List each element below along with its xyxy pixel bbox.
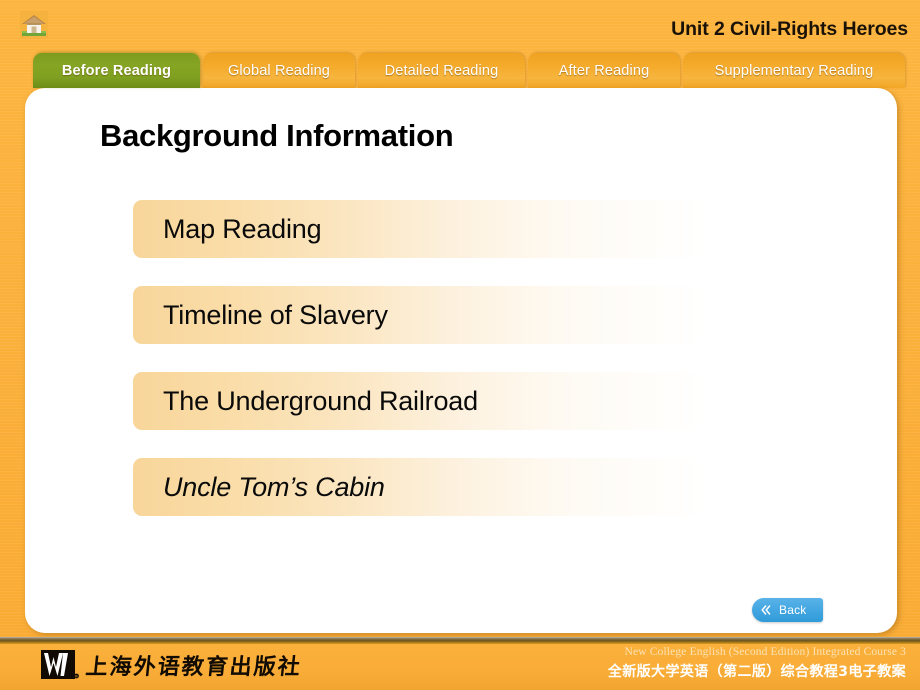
slide-root: Unit 2 Civil-Rights Heroes Before Readin… [0,0,920,690]
list-item-map-reading[interactable]: Map Reading [133,200,703,258]
course-info: New College English (Second Edition) Int… [608,646,906,681]
tab-before-reading[interactable]: Before Reading [33,53,200,88]
tab-detailed-reading[interactable]: Detailed Reading [358,53,525,88]
list-item-label: The Underground Railroad [163,385,478,416]
tab-global-reading[interactable]: Global Reading [203,53,355,88]
back-button[interactable]: Back [752,598,823,622]
topic-list: Map Reading Timeline of Slavery The Unde… [133,200,833,544]
home-icon[interactable] [20,11,48,39]
content-panel: Background Information Map Reading Timel… [25,88,897,633]
list-item-label: Uncle Tom’s Cabin [163,471,385,502]
list-item-timeline-of-slavery[interactable]: Timeline of Slavery [133,286,703,344]
tab-bar: Before Reading Global Reading Detailed R… [0,53,920,90]
list-item-label: Map Reading [163,213,322,244]
list-item-the-underground-railroad[interactable]: The Underground Railroad [133,372,703,430]
back-button-label: Back [779,603,807,617]
publisher-name: 上海外语教育出版社 [84,655,304,680]
course-title-cn: 全新版大学英语（第二版）综合教程3电子教案 [607,664,906,680]
sflep-w-logo-icon: R [40,648,80,682]
list-item-label: Timeline of Slavery [163,299,388,330]
page-title: Unit 2 Civil-Rights Heroes [671,18,908,40]
footer-divider [0,637,920,644]
tab-after-reading[interactable]: After Reading [528,53,680,88]
list-item-uncle-toms-cabin[interactable]: Uncle Tom’s Cabin [133,458,703,516]
tab-supplementary-reading[interactable]: Supplementary Reading [683,53,905,88]
course-title-en: New College English (Second Edition) Int… [624,646,906,658]
double-chevron-left-icon [759,603,773,617]
panel-heading: Background Information [100,118,454,153]
publisher-block: R 上海外语教育出版社 [40,648,304,682]
